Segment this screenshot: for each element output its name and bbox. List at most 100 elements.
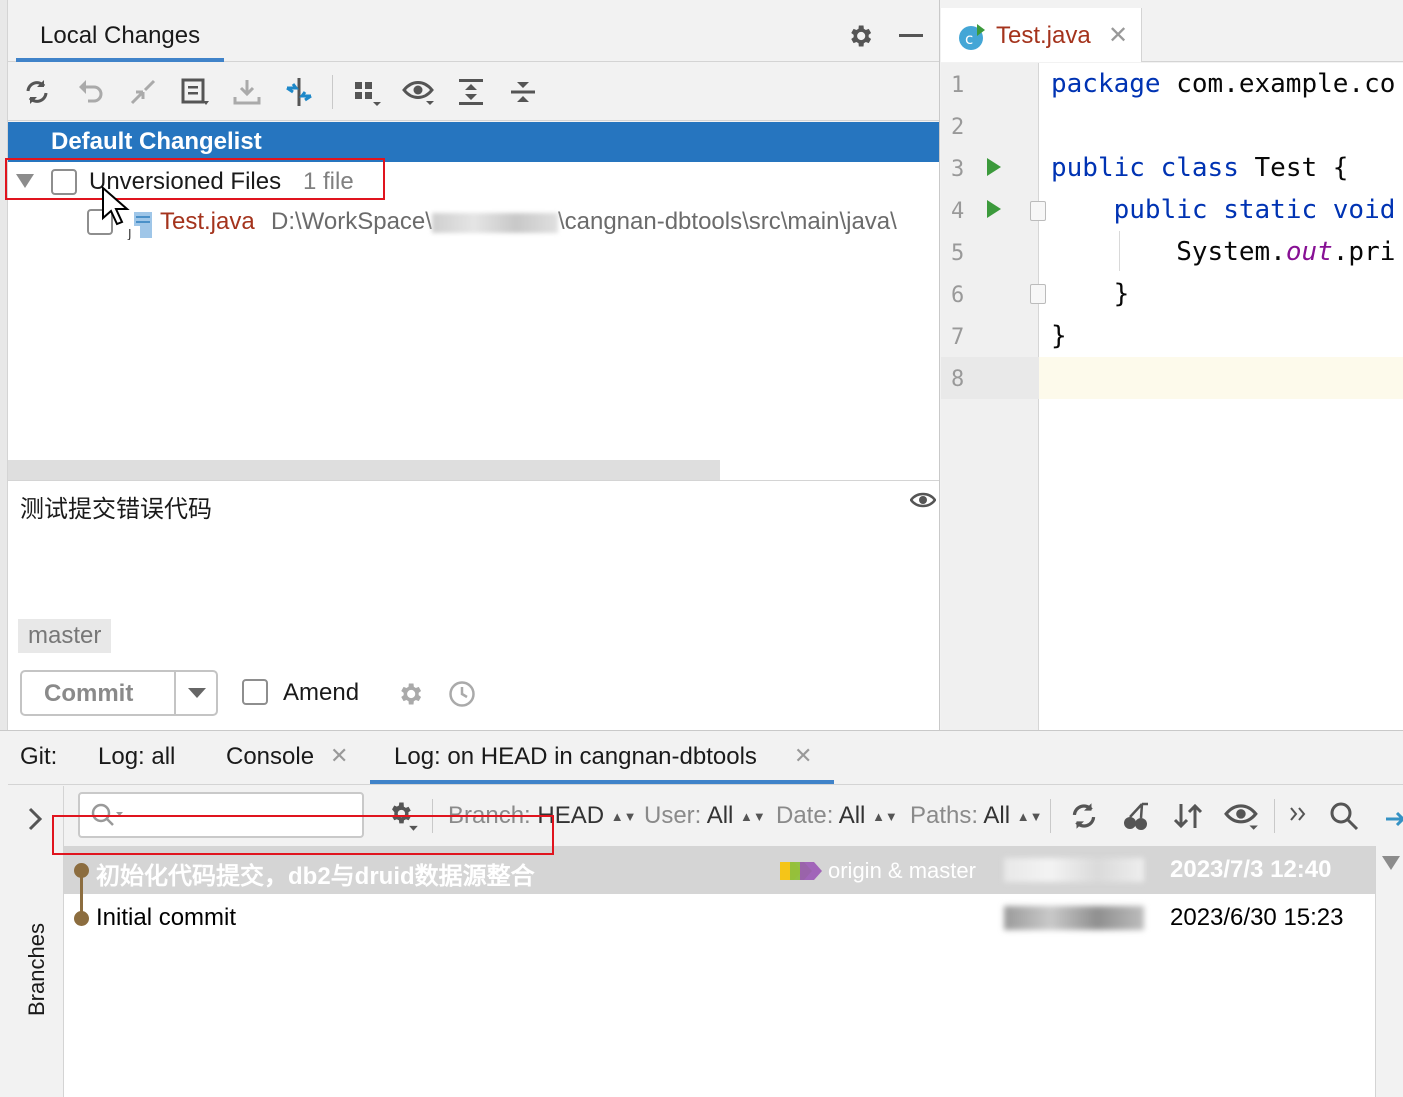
tab-local-changes[interactable]: Local Changes bbox=[16, 8, 225, 62]
eye-icon[interactable] bbox=[1224, 800, 1260, 832]
svg-text:c: c bbox=[965, 30, 973, 48]
local-changes-panel: Local Changes Default Changelist Unversi… bbox=[0, 0, 940, 730]
line-number: 1 bbox=[951, 73, 965, 98]
amend-label: Amend bbox=[283, 679, 360, 706]
commit-refs: origin & master bbox=[828, 858, 976, 883]
shelve-icon[interactable] bbox=[178, 75, 212, 109]
run-icon[interactable] bbox=[987, 158, 1001, 176]
commit-message: Initial commit bbox=[96, 904, 237, 931]
file-name: Test.java bbox=[160, 208, 255, 235]
more-actions-icon[interactable] bbox=[1288, 804, 1308, 824]
eye-icon[interactable] bbox=[910, 489, 936, 511]
highlight-box-search bbox=[52, 815, 554, 855]
rollback-icon[interactable] bbox=[74, 75, 108, 109]
git-tool-window: Git: Log: all Console ✕ Log: on HEAD in … bbox=[0, 730, 1403, 1097]
code-editor[interactable]: 1 2 3 4 5 6 7 8 package com.example.co p… bbox=[941, 63, 1403, 730]
log-scrollbar[interactable] bbox=[1375, 846, 1403, 1097]
gear-icon[interactable] bbox=[846, 22, 874, 50]
editor-tab-bar: c Test.java ✕ bbox=[941, 8, 1403, 62]
code-line-3: public class Test { bbox=[1051, 153, 1349, 183]
tab-log-head[interactable]: Log: on HEAD in cangnan-dbtools bbox=[394, 743, 757, 771]
line-number: 2 bbox=[951, 115, 965, 140]
branches-label[interactable]: Branches bbox=[24, 923, 50, 1016]
tag-icon bbox=[778, 858, 824, 884]
file-path: D:\WorkSpace\ \cangnan-dbtools\src\main\j… bbox=[271, 208, 897, 235]
run-icon[interactable] bbox=[987, 200, 1001, 218]
search-icon[interactable] bbox=[1328, 800, 1360, 832]
merge-icon[interactable] bbox=[282, 75, 316, 109]
fold-icon[interactable] bbox=[1030, 284, 1046, 304]
collapse-all-icon[interactable] bbox=[506, 75, 540, 109]
mouse-cursor-icon bbox=[101, 186, 131, 226]
group-by-icon[interactable] bbox=[350, 75, 384, 109]
expand-all-icon[interactable] bbox=[454, 75, 488, 109]
tab-title: Test.java bbox=[996, 22, 1091, 49]
file-row[interactable]: J Test.java D:\WorkSpace\ \cangnan-dbtool… bbox=[8, 202, 939, 242]
dropdown-arrow-icon[interactable] bbox=[188, 688, 206, 698]
local-changes-toolbar bbox=[8, 63, 939, 121]
refresh-icon[interactable] bbox=[20, 75, 54, 109]
gear-icon[interactable] bbox=[396, 680, 424, 708]
git-label: Git: bbox=[20, 743, 58, 770]
java-class-icon: c bbox=[957, 22, 987, 52]
active-tab-indicator bbox=[370, 780, 834, 784]
code-line-5: System.out.pri bbox=[1176, 237, 1396, 267]
fold-icon[interactable] bbox=[1030, 201, 1046, 221]
update-icon[interactable] bbox=[230, 75, 264, 109]
line-number: 3 bbox=[951, 157, 965, 182]
commit-date: 2023/7/3 12:40 bbox=[1170, 856, 1332, 883]
scroll-arrow-icon[interactable] bbox=[1382, 856, 1400, 870]
chevron-right-icon[interactable] bbox=[26, 806, 44, 832]
commit-button[interactable]: Commit bbox=[20, 670, 218, 716]
close-icon[interactable]: ✕ bbox=[330, 743, 348, 769]
branch-badge[interactable]: master bbox=[18, 619, 112, 653]
code-line-4: public static void bbox=[1113, 195, 1396, 225]
blurred-author bbox=[1004, 858, 1144, 882]
line-number: 5 bbox=[951, 241, 965, 266]
line-number: 6 bbox=[951, 283, 965, 308]
code-line-6: } bbox=[1113, 279, 1130, 309]
close-icon[interactable]: ✕ bbox=[1108, 21, 1128, 50]
editor-gutter: 1 2 3 4 5 6 7 8 bbox=[941, 63, 1046, 730]
refresh-icon[interactable] bbox=[1068, 800, 1100, 832]
clock-icon[interactable] bbox=[448, 680, 476, 708]
svg-text:J: J bbox=[127, 227, 132, 240]
tab-console[interactable]: Console bbox=[226, 743, 314, 771]
commit-message-input[interactable]: 测试提交错误代码 bbox=[20, 489, 212, 524]
horizontal-scrollbar[interactable] bbox=[8, 460, 720, 480]
sort-icon[interactable] bbox=[1172, 800, 1204, 832]
diff-icon[interactable] bbox=[126, 75, 160, 109]
user-filter[interactable]: User: All ▲▼ bbox=[644, 802, 766, 830]
close-icon[interactable]: ✕ bbox=[794, 743, 812, 769]
commit-date: 2023/6/30 15:23 bbox=[1170, 904, 1344, 931]
commit-area: 测试提交错误代码 master Commit Amend bbox=[8, 480, 939, 730]
commit-row[interactable]: Initial commit 2023/6/30 15:23 bbox=[64, 894, 1375, 942]
highlight-box-unversioned bbox=[5, 158, 385, 200]
paths-filter[interactable]: Paths: All ▲▼ bbox=[910, 802, 1042, 830]
blurred-path-segment bbox=[431, 212, 558, 233]
tab-test-java[interactable]: c Test.java ✕ bbox=[941, 8, 1142, 62]
commit-button-label: Commit bbox=[44, 680, 134, 707]
left-tool-strip bbox=[0, 0, 8, 730]
commit-message: 初始化代码提交，db2与druid数据源整合 bbox=[96, 863, 535, 890]
graph-edge bbox=[80, 870, 83, 918]
minimize-icon[interactable] bbox=[898, 22, 924, 48]
date-filter[interactable]: Date: All ▲▼ bbox=[776, 802, 898, 830]
blurred-author bbox=[1004, 906, 1144, 930]
line-number: 7 bbox=[951, 325, 965, 350]
code-line-1: package com.example.co bbox=[1051, 69, 1396, 99]
git-tab-bar: Git: Log: all Console ✕ Log: on HEAD in … bbox=[8, 731, 1403, 785]
commit-log-table: 初始化代码提交，db2与druid数据源整合 origin & master 2… bbox=[64, 846, 1375, 1097]
pin-icon[interactable] bbox=[1386, 808, 1403, 830]
local-changes-header: Local Changes bbox=[8, 8, 939, 62]
amend-checkbox[interactable] bbox=[242, 679, 268, 705]
line-number: 8 bbox=[951, 367, 965, 392]
eye-icon[interactable] bbox=[402, 75, 436, 109]
line-number: 4 bbox=[951, 199, 965, 224]
code-line-7: } bbox=[1051, 321, 1067, 351]
cherry-pick-icon[interactable] bbox=[1120, 800, 1152, 832]
current-line-highlight bbox=[1039, 357, 1403, 399]
button-divider bbox=[174, 672, 176, 714]
changelist-row[interactable]: Default Changelist bbox=[8, 122, 939, 162]
tab-log-all[interactable]: Log: all bbox=[98, 743, 175, 771]
